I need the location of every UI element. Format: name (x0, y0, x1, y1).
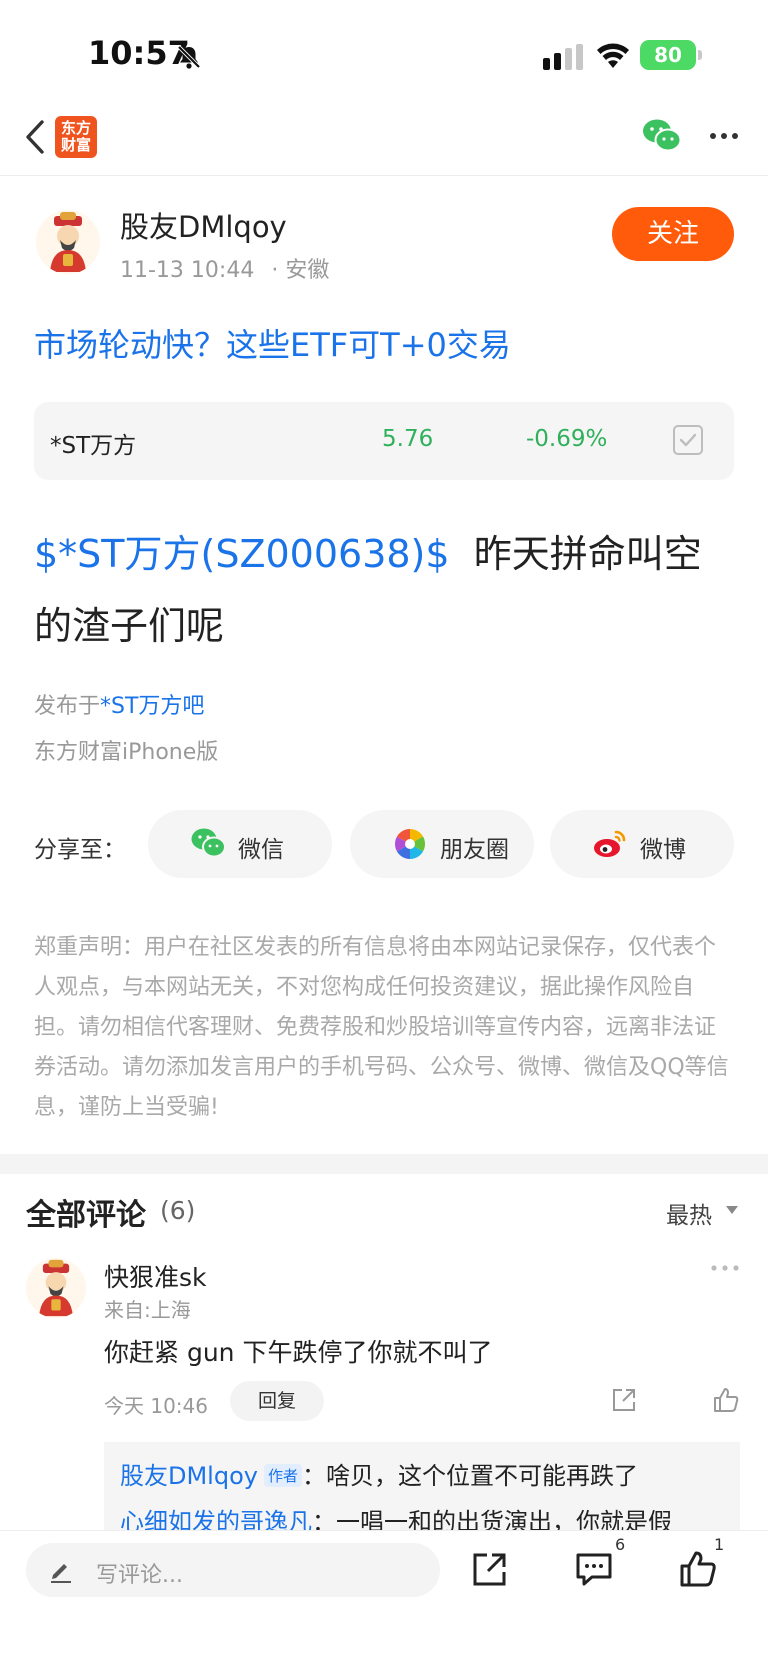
logo-line-1: 东方 (60, 119, 91, 137)
reply-separator: ： (312, 1508, 336, 1532)
reply-separator: ： (302, 1462, 326, 1490)
eastmoney-logo[interactable]: 东方 财富 (55, 116, 97, 158)
comments-title: 全部评论 (26, 1198, 146, 1233)
comment-more-icon[interactable] (710, 1262, 740, 1274)
post-client: 东方财富iPhone版 (34, 740, 219, 765)
share-wechat-button[interactable]: 微信 (148, 810, 332, 878)
caret-down-icon[interactable] (726, 1206, 738, 1214)
stock-price: 5.76 (382, 426, 434, 452)
forum-link[interactable]: *ST万方吧 (100, 694, 204, 719)
wechat-share-icon[interactable] (642, 118, 682, 154)
comment-text: 你赶紧 gun 下午跌停了你就不叫了 (104, 1338, 493, 1367)
reply-author-name[interactable]: 心细如发的哥逸凡 (120, 1508, 312, 1532)
reply-item: 股友DMlqoy 作者 ：啥贝，这个位置不可能再跌了 (120, 1456, 638, 1491)
sort-dropdown[interactable]: 最热 (666, 1196, 712, 1230)
fortune-god-avatar-icon (50, 212, 86, 272)
share-moments-label: 朋友圈 (440, 837, 509, 863)
post-content: $*ST万方(SZ000638)$ 昨天拼命叫空的渣子们呢 (34, 518, 738, 662)
section-divider (0, 1154, 768, 1174)
comment-time: 今天 10:46 (104, 1394, 208, 1418)
commenter-avatar[interactable] (26, 1258, 86, 1318)
share-wechat-label: 微信 (238, 837, 284, 863)
pencil-icon (51, 1564, 71, 1583)
source-prefix: 发布于 (34, 694, 101, 719)
cellular-signal-icon (543, 44, 583, 70)
author-badge: 作者 (263, 1464, 302, 1487)
add-watchlist-checkbox-icon[interactable] (672, 424, 704, 456)
reply-author-name[interactable]: 股友DMlqoy (120, 1462, 258, 1490)
comments-icon[interactable] (574, 1549, 614, 1589)
share-icon[interactable] (470, 1549, 510, 1589)
back-chevron-icon[interactable] (24, 118, 48, 156)
disclaimer-text: 郑重声明：用户在社区发表的所有信息将由本网站记录保存，仅代表个人观点，与本网站无… (34, 935, 729, 1120)
post-meta: 11-13 10:44 · 安徽 (120, 252, 329, 284)
like-icon[interactable] (678, 1549, 718, 1589)
status-bar: 10:57 80 (0, 0, 768, 100)
author-name[interactable]: 股友DMlqoy (120, 204, 287, 246)
comment-placeholder: 写评论... (96, 1563, 183, 1588)
reply-item: 心细如发的哥逸凡：一唱一和的出货演出，你就是假 (120, 1502, 672, 1532)
wifi-icon (597, 43, 629, 68)
stock-tag-link[interactable]: $*ST万方(SZ000638)$ (34, 532, 450, 576)
share-weibo-label: 微博 (640, 837, 686, 863)
stock-name: *ST万方 (50, 433, 137, 459)
like-count-badge: 1 (714, 1535, 725, 1554)
reply-text: 一唱一和的出货演出，你就是假 (336, 1508, 672, 1532)
wechat-icon (191, 828, 226, 858)
bell-off-icon (177, 45, 201, 69)
stock-change: -0.69% (526, 426, 608, 452)
logo-line-2: 财富 (60, 136, 91, 154)
follow-button[interactable]: 关注 (612, 207, 734, 261)
more-options-icon[interactable] (708, 124, 740, 148)
commenter-location: 来自:上海 (104, 1298, 191, 1322)
share-label: 分享至： (34, 837, 126, 863)
comment-count-badge: 6 (615, 1535, 626, 1554)
post-date: 11-13 10:44 (120, 258, 255, 283)
reply-thread[interactable]: 股友DMlqoy 作者 ：啥贝，这个位置不可能再跌了 心细如发的哥逸凡：一唱一和的出… (104, 1442, 740, 1532)
fortune-god-avatar-icon (39, 1259, 73, 1317)
status-time: 10:57 (88, 34, 190, 72)
moments-aperture-icon (394, 829, 426, 859)
battery-indicator: 80 (640, 40, 702, 70)
comments-count: (6) (160, 1196, 196, 1225)
reply-text: 啥贝，这个位置不可能再跌了 (326, 1462, 638, 1490)
promo-title-link[interactable]: 市场轮动快？这些ETF可T+0交易 (34, 320, 511, 366)
comment-like-icon[interactable] (712, 1386, 740, 1414)
commenter-name[interactable]: 快狠准sk (104, 1258, 207, 1294)
share-weibo-button[interactable]: 微博 (550, 810, 734, 878)
bottom-action-bar: 写评论... 6 1 (0, 1530, 768, 1669)
share-moments-button[interactable]: 朋友圈 (350, 810, 534, 878)
post-source: 发布于*ST万方吧 (34, 688, 204, 720)
stock-quote-card[interactable]: *ST万方 5.76 -0.69% (34, 402, 734, 480)
comment-input[interactable]: 写评论... (26, 1543, 440, 1597)
comment-share-icon[interactable] (610, 1386, 638, 1414)
weibo-icon (594, 830, 626, 857)
reply-button[interactable]: 回复 (230, 1381, 324, 1421)
post-location: · 安徽 (271, 258, 330, 283)
author-avatar[interactable] (36, 210, 100, 274)
nav-bar: 东方 财富 (0, 100, 768, 176)
